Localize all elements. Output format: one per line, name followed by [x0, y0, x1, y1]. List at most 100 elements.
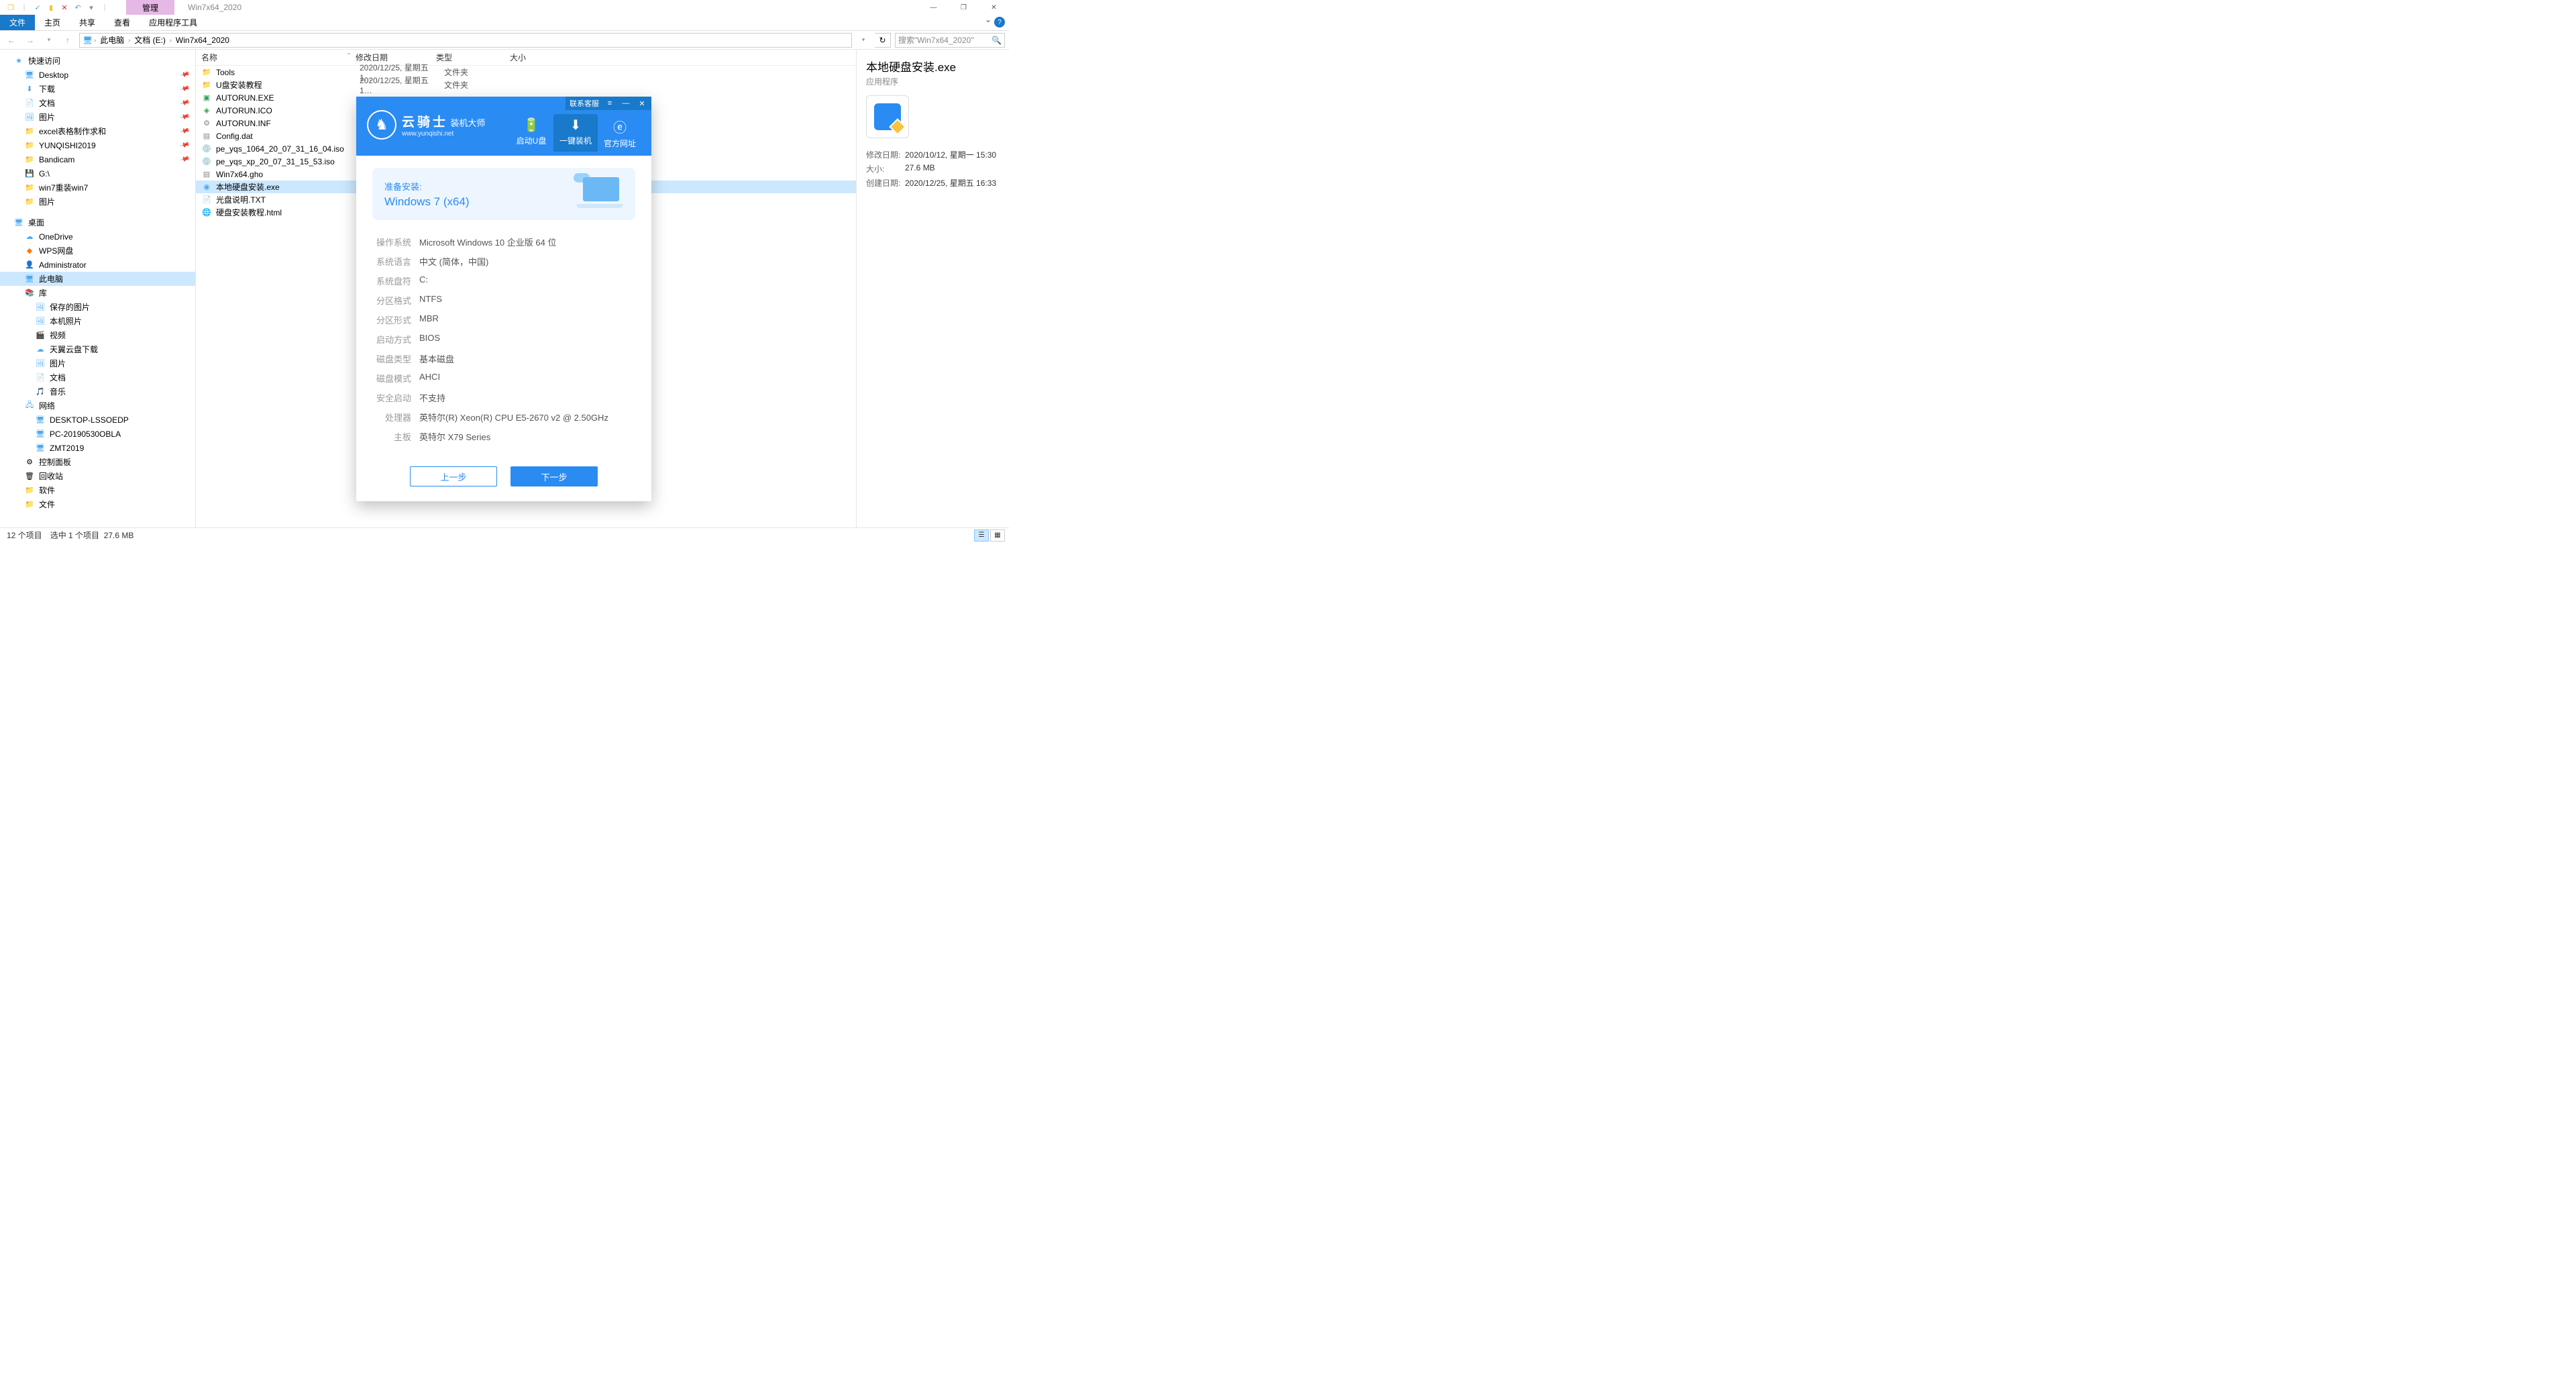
sidebar-item-label: 音乐: [50, 386, 66, 397]
ribbon-tab-file[interactable]: 文件: [0, 15, 35, 30]
minimize-button[interactable]: —: [918, 0, 949, 15]
contact-support-link[interactable]: 联系客服: [570, 98, 599, 109]
view-details-button[interactable]: ☰: [974, 529, 989, 542]
dialog-close-button[interactable]: ✕: [637, 99, 647, 108]
sidebar-item-win7reinstall[interactable]: 📁win7重装win7: [0, 181, 195, 195]
view-large-icons-button[interactable]: ▦: [990, 529, 1005, 542]
sidebar-item-pc1[interactable]: 🖥DESKTOP-LSSOEDP: [0, 413, 195, 427]
sidebar-item-label: 回收站: [39, 470, 63, 482]
ribbon-tab-share[interactable]: 共享: [70, 15, 105, 30]
sidebar-item-saved-pictures[interactable]: 🖼保存的图片: [0, 300, 195, 314]
chevron-right-icon[interactable]: ›: [94, 37, 96, 44]
checkmark-icon[interactable]: ✓: [32, 2, 43, 13]
back-button[interactable]: ←: [4, 33, 19, 48]
folder-icon[interactable]: ▮: [46, 2, 56, 13]
ribbon-tab-home[interactable]: 主页: [35, 15, 70, 30]
forward-button[interactable]: →: [23, 33, 38, 48]
undo-icon[interactable]: ↶: [72, 2, 83, 13]
sidebar-desktop-group[interactable]: 🖥桌面: [0, 215, 195, 229]
sidebar-item-wps[interactable]: ◆WPS网盘: [0, 244, 195, 258]
pc-icon: 🖥: [83, 36, 93, 45]
prepare-title: 准备安装:: [384, 180, 470, 193]
crumb-folder[interactable]: Win7x64_2020: [173, 36, 232, 45]
contextual-tab-manage[interactable]: 管理: [126, 0, 174, 15]
column-type[interactable]: 类型: [436, 52, 510, 63]
maximize-button[interactable]: ❐: [949, 0, 979, 15]
sidebar-item-software[interactable]: 📁软件: [0, 483, 195, 497]
prev-button[interactable]: 上一步: [410, 466, 497, 486]
sidebar-item-documents2[interactable]: 📄文档: [0, 370, 195, 384]
next-button[interactable]: 下一步: [511, 466, 598, 486]
sidebar-quick-access[interactable]: ★快速访问: [0, 54, 195, 68]
qat-separator: |: [19, 2, 30, 13]
sidebar-item-downloads[interactable]: ⬇下载📌: [0, 82, 195, 96]
dialog-tab-web[interactable]: ⓔ官方网址: [598, 114, 642, 152]
sidebar-item-label: 库: [39, 287, 47, 299]
file-row[interactable]: 📁U盘安装教程2020/12/25, 星期五 1…文件夹: [196, 79, 856, 91]
sidebar-item-music[interactable]: 🎵音乐: [0, 384, 195, 399]
sidebar-item-admin[interactable]: 👤Administrator: [0, 258, 195, 272]
crumb-docs[interactable]: 文档 (E:): [131, 34, 168, 46]
disk-icon: 💾: [24, 169, 35, 178]
sidebar-item-bandicam[interactable]: 📁Bandicam📌: [0, 152, 195, 166]
column-label: 名称: [201, 53, 217, 62]
column-name[interactable]: 名称ˆ: [201, 52, 356, 63]
chevron-right-icon[interactable]: ›: [128, 37, 130, 44]
info-value: Microsoft Windows 10 企业版 64 位: [419, 236, 556, 248]
column-size[interactable]: 大小: [510, 52, 564, 63]
dialog-tab-usb[interactable]: 🔋启动U盘: [509, 114, 553, 152]
qat-separator: |: [99, 2, 110, 13]
sidebar-item-pictures3[interactable]: 🖼图片: [0, 356, 195, 370]
sidebar-item-gdrive[interactable]: 💾G:\: [0, 166, 195, 181]
search-icon[interactable]: 🔍: [991, 36, 1002, 45]
sidebar-item-libraries[interactable]: 📚库: [0, 286, 195, 300]
sidebar-item-thispc[interactable]: 🖥此电脑: [0, 272, 195, 286]
breadcrumb[interactable]: 🖥 › 此电脑 › 文档 (E:) › Win7x64_2020: [79, 33, 852, 48]
control-panel-icon: ⚙: [24, 458, 35, 467]
sidebar-item-control-panel[interactable]: ⚙控制面板: [0, 455, 195, 469]
sidebar-item-pc2[interactable]: 🖥PC-20190530OBLA: [0, 427, 195, 441]
help-icon[interactable]: ?: [994, 17, 1005, 28]
refresh-button[interactable]: ↻: [875, 33, 891, 48]
up-button[interactable]: ↑: [60, 33, 75, 48]
pc-icon: 🖥: [35, 429, 46, 439]
sidebar-item-recycle[interactable]: 🗑回收站: [0, 469, 195, 483]
tab-label: 一键装机: [559, 136, 592, 146]
info-label: 安全启动: [372, 391, 419, 404]
crumb-thispc[interactable]: 此电脑: [97, 34, 127, 46]
close-button[interactable]: ✕: [979, 0, 1009, 15]
sidebar-item-pc3[interactable]: 🖥ZMT2019: [0, 441, 195, 455]
info-label: 分区形式: [372, 313, 419, 326]
file-row[interactable]: 📁Tools2020/12/25, 星期五 1…文件夹: [196, 66, 856, 79]
sidebar-item-pictures2[interactable]: 📁图片: [0, 195, 195, 209]
sidebar-item-documents[interactable]: 📄文档📌: [0, 96, 195, 110]
info-value: 英特尔(R) Xeon(R) CPU E5-2670 v2 @ 2.50GHz: [419, 411, 608, 423]
sidebar-item-excel[interactable]: 📁excel表格制作求和📌: [0, 124, 195, 138]
sidebar-item-yunqishi[interactable]: 📁YUNQISHI2019📌: [0, 138, 195, 152]
dialog-minimize-button[interactable]: —: [621, 99, 631, 107]
chevron-right-icon[interactable]: ›: [170, 37, 172, 44]
dialog-tab-onekey[interactable]: ⬇一键装机: [553, 114, 598, 152]
ribbon-expand-icon[interactable]: ⌄: [985, 15, 991, 24]
cloud-download-icon: ☁: [35, 345, 46, 354]
history-dropdown[interactable]: ▾: [42, 33, 56, 48]
qat-dropdown-icon[interactable]: ▾: [86, 2, 97, 13]
dialog-topbar: 联系客服 ≡ — ✕: [566, 97, 651, 110]
delete-icon[interactable]: ✕: [59, 2, 70, 13]
sidebar-item-network[interactable]: 🖧网络: [0, 399, 195, 413]
folder-icon: 📁: [24, 486, 35, 495]
sidebar-item-tianyi[interactable]: ☁天翼云盘下载: [0, 342, 195, 356]
sidebar-item-videos[interactable]: 🎬视频: [0, 328, 195, 342]
ribbon-tab-view[interactable]: 查看: [105, 15, 140, 30]
info-label: 分区格式: [372, 294, 419, 307]
dialog-menu-icon[interactable]: ≡: [604, 99, 615, 107]
sidebar-item-onedrive[interactable]: ☁OneDrive: [0, 229, 195, 244]
sidebar-item-camera-roll[interactable]: 🖼本机照片: [0, 314, 195, 328]
window-title: Win7x64_2020: [188, 3, 241, 12]
sidebar-item-desktop[interactable]: 🖥Desktop📌: [0, 68, 195, 82]
sidebar-item-documents3[interactable]: 📁文件: [0, 497, 195, 511]
search-input[interactable]: 搜索"Win7x64_2020" 🔍: [895, 33, 1005, 48]
ribbon-tab-apptools[interactable]: 应用程序工具: [140, 15, 207, 30]
sidebar-item-pictures[interactable]: 🖼图片📌: [0, 110, 195, 124]
address-dropdown[interactable]: ▾: [856, 33, 871, 48]
